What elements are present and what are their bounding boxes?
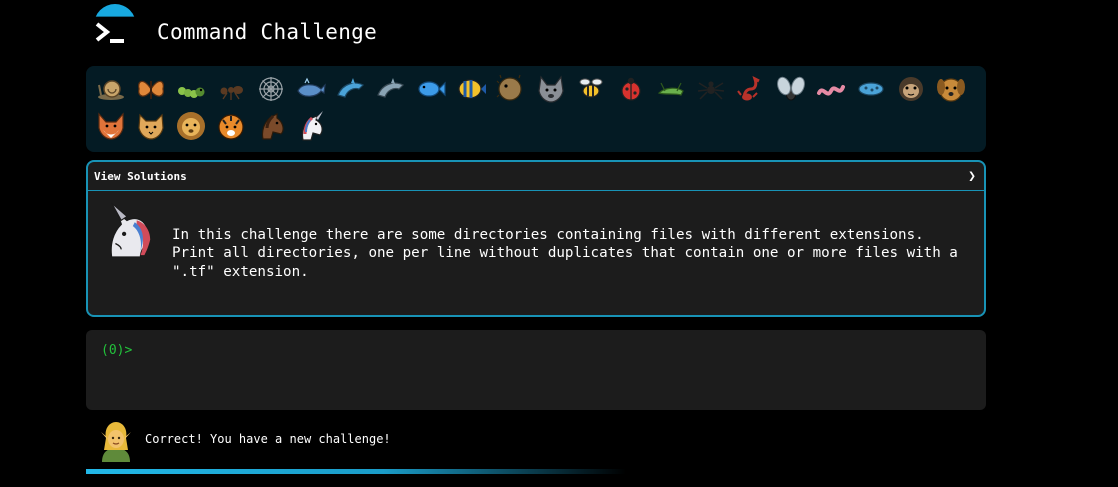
animal-lion-icon[interactable] — [171, 107, 211, 144]
monkey-icon — [899, 76, 923, 101]
animal-blowfish-icon[interactable] — [491, 70, 531, 107]
fly-icon — [777, 76, 805, 100]
tropical-fish-icon — [458, 78, 486, 99]
unicorn-icon — [110, 202, 151, 258]
animal-tropical-fish-icon[interactable] — [451, 70, 491, 107]
view-solutions-toggle[interactable]: View Solutions ❯ — [88, 162, 984, 191]
spider-icon — [697, 80, 725, 100]
worm-icon — [817, 84, 845, 96]
scorpion-icon — [737, 75, 760, 100]
animal-ant-icon[interactable] — [211, 70, 251, 107]
cricket-icon — [657, 82, 684, 96]
unicorn-icon — [301, 110, 323, 141]
fox-icon — [98, 111, 124, 140]
cat-icon — [138, 113, 164, 140]
snail-icon — [98, 79, 124, 100]
page-title: Command Challenge — [157, 20, 378, 44]
status-message-row: Correct! You have a new challenge! — [98, 420, 698, 462]
fish-icon — [418, 80, 446, 97]
dog-icon — [937, 77, 965, 102]
lady-beetle-icon — [621, 77, 641, 101]
animal-whale-icon[interactable] — [291, 70, 331, 107]
shell-prompt: (0)> — [101, 343, 133, 358]
microbe-icon — [858, 81, 884, 96]
view-solutions-label: View Solutions — [94, 169, 187, 183]
challenge-body: In this challenge there are some directo… — [88, 191, 984, 315]
dolphin-icon — [337, 77, 365, 98]
horse-icon — [261, 112, 284, 140]
progress-bar — [86, 469, 626, 474]
ant-icon — [220, 85, 243, 100]
animal-dolphin-icon[interactable] — [331, 70, 371, 107]
animal-microbe-icon[interactable] — [851, 70, 891, 107]
elf-icon — [101, 422, 131, 462]
caterpillar-icon — [178, 86, 205, 98]
animal-spider-web-icon[interactable] — [251, 70, 291, 107]
wolf-icon — [538, 74, 564, 103]
chevron-right-icon: ❯ — [968, 168, 976, 184]
logo[interactable] — [86, 4, 138, 56]
animal-unicorn-icon[interactable] — [291, 107, 331, 144]
challenge-description: In this challenge there are some directo… — [172, 227, 958, 280]
animal-horse-icon[interactable] — [251, 107, 291, 144]
animal-cricket-icon[interactable] — [651, 70, 691, 107]
animal-dolphin-gray-icon[interactable] — [371, 70, 411, 107]
animal-fish-icon[interactable] — [411, 70, 451, 107]
animal-snail-icon[interactable] — [91, 70, 131, 107]
blowfish-icon — [496, 74, 522, 101]
lion-icon — [177, 111, 205, 140]
animal-butterfly-icon[interactable] — [131, 70, 171, 107]
dolphin-gray-icon — [377, 77, 405, 98]
challenge-panel: View Solutions ❯ In this challenge there… — [86, 160, 986, 317]
animal-dog-icon[interactable] — [931, 70, 971, 107]
whale-icon — [297, 77, 326, 97]
butterfly-icon — [137, 80, 165, 99]
animal-bee-icon[interactable] — [571, 70, 611, 107]
animal-lady-beetle-icon[interactable] — [611, 70, 651, 107]
animal-caterpillar-icon[interactable] — [171, 70, 211, 107]
status-message: Correct! You have a new challenge! — [145, 432, 391, 446]
animal-spider-icon[interactable] — [691, 70, 731, 107]
terminal-prompt-icon — [95, 22, 124, 43]
animal-progress-bar — [86, 66, 986, 152]
animal-monkey-icon[interactable] — [891, 70, 931, 107]
animal-fly-icon[interactable] — [771, 70, 811, 107]
animal-worm-icon[interactable] — [811, 70, 851, 107]
animal-scorpion-icon[interactable] — [731, 70, 771, 107]
animal-cat-icon[interactable] — [131, 107, 171, 144]
animal-fox-icon[interactable] — [91, 107, 131, 144]
spider-web-icon — [259, 76, 283, 101]
bee-icon — [579, 78, 603, 98]
animal-wolf-icon[interactable] — [531, 70, 571, 107]
terminal-input-area[interactable]: (0)> — [86, 330, 986, 410]
animal-tiger-icon[interactable] — [211, 107, 251, 144]
tiger-icon — [218, 113, 244, 140]
